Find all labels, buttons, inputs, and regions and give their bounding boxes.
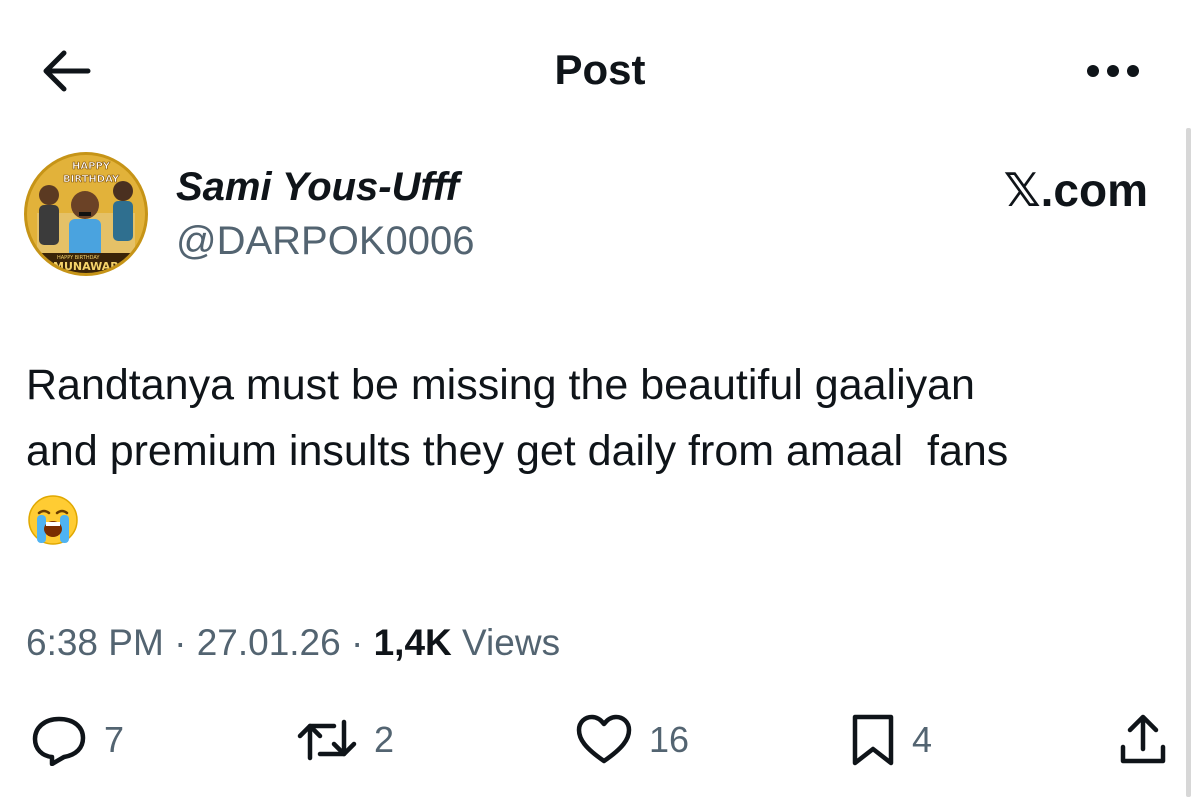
avatar-text-birthday: BIRTHDAY: [63, 174, 120, 185]
repost-button[interactable]: 2: [296, 708, 394, 772]
bookmark-count: 4: [912, 719, 933, 760]
meta-separator: ·: [340, 622, 374, 663]
author-name[interactable]: Sami Yous-Ufff: [176, 164, 459, 210]
repost-count: 2: [374, 719, 395, 760]
reply-count: 7: [104, 719, 125, 760]
share-icon: [1120, 714, 1166, 764]
post-text: Randtanya must be missing the beautiful …: [26, 352, 1176, 550]
avatar-text-happy: HAPPY: [72, 161, 111, 172]
reply-button[interactable]: 7: [30, 708, 124, 772]
bookmark-icon: [852, 714, 894, 766]
like-count: 16: [649, 719, 690, 760]
post-body: Randtanya must be missing the beautiful …: [26, 361, 1009, 475]
page-title: Post: [554, 46, 646, 93]
reply-icon: [32, 716, 86, 766]
bookmark-button[interactable]: 4: [850, 708, 932, 772]
meta-separator: ·: [163, 622, 197, 663]
scrollbar[interactable]: [1186, 128, 1191, 797]
avatar-text-munawar: MUNAWAR: [53, 260, 119, 273]
views-count: 1,4K: [373, 622, 452, 663]
avatar-image: HAPPY BIRTHDAY HAPPY BIRTHDAY MUNAWAR: [27, 155, 145, 273]
action-bar: 7 2 16 4: [0, 708, 1200, 772]
post-metadata: 6:38 PM · 27.01.26 · 1,4K Views: [26, 618, 560, 668]
like-button[interactable]: 16: [575, 708, 689, 772]
repost-icon: [297, 719, 357, 761]
author-handle[interactable]: @DARPOK0006: [176, 218, 475, 264]
avatar[interactable]: HAPPY BIRTHDAY HAPPY BIRTHDAY MUNAWAR: [24, 152, 148, 276]
post-date[interactable]: 27.01.26: [197, 622, 341, 663]
watermark: 𝕏.com: [1003, 164, 1148, 216]
top-bar: Post: [0, 0, 1200, 140]
post-time[interactable]: 6:38 PM: [26, 622, 164, 663]
share-button[interactable]: [1118, 708, 1168, 772]
views-label: Views: [462, 622, 561, 663]
heart-icon: [576, 714, 632, 764]
more-horizontal-icon: [1087, 65, 1139, 77]
loudly-crying-face-icon: [28, 494, 78, 545]
more-button[interactable]: [1082, 56, 1144, 86]
